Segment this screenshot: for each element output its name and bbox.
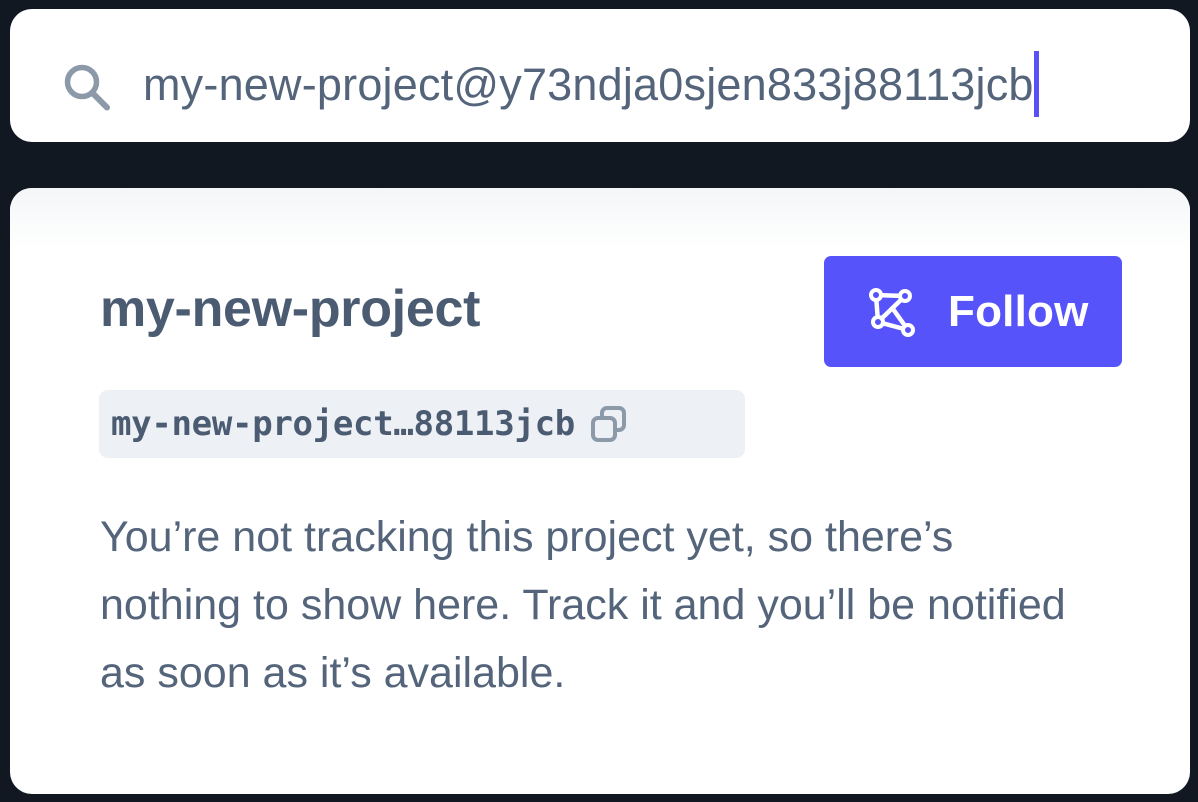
search-icon [64,64,110,111]
graph-nodes-icon [869,287,915,337]
empty-state-message: You’re not tracking this project yet, so… [100,513,1066,697]
text-caret [1033,51,1039,118]
project-id-chip: my-new-project…88113jcb [99,390,745,458]
search-bar[interactable]: my-new-project@y73ndja0sjen833j88113jcb [10,9,1190,142]
copy-icon[interactable] [589,404,629,444]
search-input-value: my-new-project@y73ndja0sjen833j88113jcb [143,59,1034,110]
card-shade [10,188,1190,248]
follow-button-label: Follow [948,286,1089,336]
project-id-text: my-new-project…88113jcb [111,404,575,444]
project-card: my-new-project Follow my-new-project…881… [10,188,1190,794]
search-input[interactable]: my-new-project@y73ndja0sjen833j88113jcb [143,51,1039,118]
follow-button[interactable]: Follow [824,256,1122,367]
project-title: my-new-project [100,280,481,338]
